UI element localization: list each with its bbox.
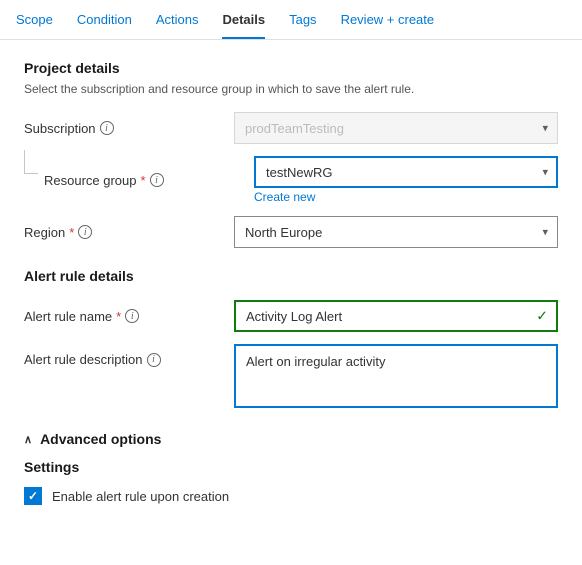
alert-rule-name-label-text: Alert rule name [24,309,112,324]
nav-tabs: Scope Condition Actions Details Tags Rev… [0,0,582,40]
alert-rule-desc-label-text: Alert rule description [24,352,143,367]
subscription-row: Subscription i prodTeamTesting ▾ [24,112,558,144]
alert-rule-desc-info-icon[interactable]: i [147,353,161,367]
resource-group-info-icon[interactable]: i [150,173,164,187]
tab-tags[interactable]: Tags [289,0,316,39]
advanced-options-title: Advanced options [40,431,161,447]
resource-group-row: Resource group * i testNewRG ▾ Create ne… [24,156,558,204]
alert-rule-desc-label: Alert rule description i [24,344,234,367]
project-details-title: Project details [24,60,558,76]
alert-rule-name-input-wrapper: ✓ [234,300,558,332]
alert-rule-name-row: Alert rule name * i ✓ [24,300,558,332]
tab-actions[interactable]: Actions [156,0,199,39]
resource-group-select-wrapper: testNewRG ▾ [254,156,558,188]
advanced-chevron-up-icon: ∧ [24,433,32,446]
alert-rule-name-info-icon[interactable]: i [125,309,139,323]
subscription-label: Subscription i [24,121,234,136]
alert-rule-name-label: Alert rule name * i [24,309,234,324]
enable-alert-label: Enable alert rule upon creation [52,489,229,504]
advanced-options-content: Settings Enable alert rule upon creation [24,459,558,505]
subscription-label-text: Subscription [24,121,96,136]
advanced-options-toggle[interactable]: ∧ Advanced options [24,431,558,447]
alert-rule-name-check-icon: ✓ [536,308,548,325]
tab-details[interactable]: Details [222,0,265,39]
enable-alert-row: Enable alert rule upon creation [24,487,558,505]
settings-title: Settings [24,459,558,475]
resource-group-label-text: Resource group [44,173,137,188]
subscription-select-wrapper: prodTeamTesting ▾ [234,112,558,144]
region-info-icon[interactable]: i [78,225,92,239]
resource-group-required: * [141,173,146,188]
region-required: * [69,225,74,240]
tab-condition[interactable]: Condition [77,0,132,39]
enable-alert-checkbox[interactable] [24,487,42,505]
region-label-text: Region [24,225,65,240]
alert-rule-desc-row: Alert rule description i Alert on irregu… [24,344,558,411]
resource-group-control: testNewRG ▾ Create new [254,156,558,204]
alert-rule-name-input[interactable] [234,300,558,332]
tab-scope[interactable]: Scope [16,0,53,39]
region-control: North Europe ▾ [234,216,558,248]
region-select[interactable]: North Europe [234,216,558,248]
resource-group-label: Resource group * i [44,173,254,188]
region-label: Region * i [24,225,234,240]
page-content: Project details Select the subscription … [0,40,582,525]
project-details-desc: Select the subscription and resource gro… [24,82,558,96]
tab-review-create[interactable]: Review + create [341,0,435,39]
subscription-info-icon[interactable]: i [100,121,114,135]
subscription-control: prodTeamTesting ▾ [234,112,558,144]
indent-line [24,150,38,174]
resource-group-select[interactable]: testNewRG [254,156,558,188]
alert-rule-name-required: * [116,309,121,324]
region-row: Region * i North Europe ▾ [24,216,558,248]
alert-rule-name-control: ✓ [234,300,558,332]
alert-rule-desc-textarea[interactable]: Alert on irregular activity [234,344,558,408]
region-select-wrapper: North Europe ▾ [234,216,558,248]
section-divider: Alert rule details [24,268,558,284]
advanced-options-section: ∧ Advanced options Settings Enable alert… [24,431,558,505]
alert-rule-details-title: Alert rule details [24,268,558,284]
create-new-link[interactable]: Create new [254,190,558,204]
subscription-select[interactable]: prodTeamTesting [234,112,558,144]
alert-rule-desc-control: Alert on irregular activity [234,344,558,411]
